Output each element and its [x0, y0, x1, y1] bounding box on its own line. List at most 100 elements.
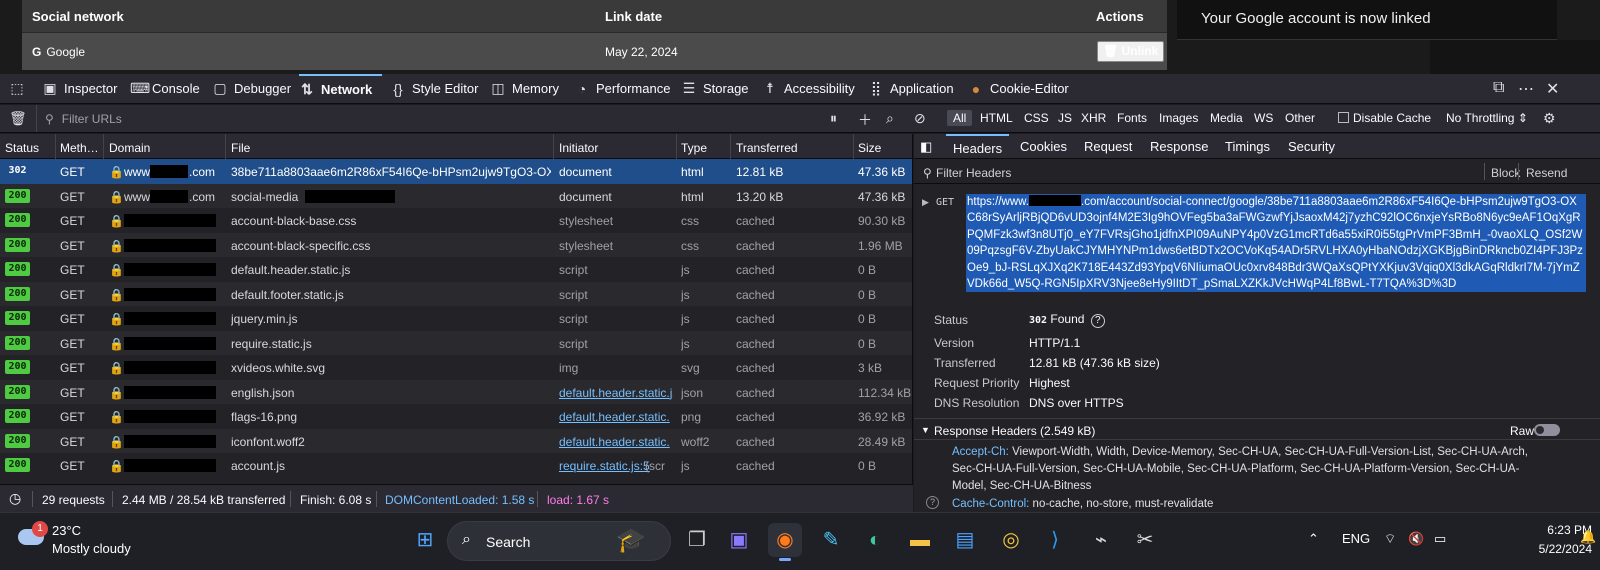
close-devtools-icon[interactable]: ✕	[1546, 79, 1559, 99]
more-options-icon[interactable]: ⋯	[1518, 79, 1534, 99]
weather-widget[interactable]: 1 23°C Mostly cloudy	[18, 519, 158, 563]
filter-all[interactable]: All	[947, 110, 973, 126]
request-row[interactable]: 200 GET 🔒 require.static.js script js cached 0 …	[0, 330, 912, 355]
snipping-tool-icon[interactable]: ✂	[1128, 523, 1162, 557]
request-url[interactable]: https://www. .com/account/social-connect/…	[966, 194, 1586, 293]
request-row[interactable]: 200 GET 🔒 default.header.static.js script js c…	[0, 257, 912, 282]
raw-toggle[interactable]	[1534, 424, 1560, 436]
request-row[interactable]: 200 GET 🔒 www. .com social-media document html 1…	[0, 183, 912, 208]
initiator-cell[interactable]: require.static.js:5	[559, 459, 654, 473]
windows-start-icon[interactable]: ⊞	[408, 523, 442, 557]
filter-other[interactable]: Other	[1285, 111, 1315, 125]
toggle-sidebar-icon[interactable]: ◧	[920, 139, 932, 155]
filter-js[interactable]: JS	[1058, 111, 1072, 125]
tab-style-editor[interactable]: {} Style Editor	[390, 74, 478, 103]
request-row[interactable]: 200 GET 🔒 default.footer.static.js script js c…	[0, 281, 912, 306]
tab-application[interactable]: ⣿ Application	[868, 74, 954, 103]
tab-headers[interactable]: Headers	[946, 134, 1010, 159]
terminal-icon[interactable]: ⌁	[1084, 523, 1118, 557]
tab-storage[interactable]: ☰ Storage	[681, 74, 749, 103]
dock-icon[interactable]: ⧉	[1493, 79, 1504, 97]
filter-ws[interactable]: WS	[1254, 111, 1273, 125]
tab-network[interactable]: ⇅ Network	[299, 74, 382, 103]
tab-security[interactable]: Security	[1288, 139, 1335, 154]
teams-icon[interactable]: ▣	[722, 523, 756, 557]
clear-requests-icon[interactable]: 🗑	[9, 110, 27, 127]
disable-cache-checkbox[interactable]: Disable Cache	[1338, 111, 1431, 125]
tab-debugger[interactable]: ▢ Debugger	[212, 74, 291, 103]
tab-request[interactable]: Request	[1084, 139, 1132, 154]
filter-images[interactable]: Images	[1159, 111, 1198, 125]
col-size[interactable]: Size	[858, 141, 881, 155]
help-icon[interactable]: ?	[1090, 314, 1105, 328]
filter-media[interactable]: Media	[1210, 111, 1243, 125]
type-cell: html	[681, 189, 704, 204]
col-file[interactable]: File	[231, 141, 250, 155]
request-row[interactable]: 200 GET 🔒 account-black-specific.css stylesh…	[0, 232, 912, 257]
tab-timings[interactable]: Timings	[1225, 139, 1270, 154]
unlink-button[interactable]: 🗑 Unlink	[1097, 41, 1165, 62]
tab-accessibility[interactable]: ☨ Accessibility	[762, 74, 855, 103]
initiator-cell[interactable]: default.header.static.	[559, 435, 673, 449]
firefox-icon[interactable]: ◉	[768, 523, 802, 561]
task-view-icon[interactable]: ❐	[680, 523, 714, 557]
performance-analysis-icon[interactable]: ◷	[9, 490, 21, 507]
request-row[interactable]: 200 GET 🔒 english.json default.header.static…	[0, 379, 912, 404]
help-icon[interactable]: ?	[926, 496, 939, 509]
volume-muted-icon[interactable]: 🔇	[1408, 531, 1424, 547]
request-row[interactable]: 200 GET 🔒 xvideos.white.svg img svg cached 3 kB	[0, 355, 912, 380]
filter-urls-input[interactable]: ⚲ Filter URLs	[36, 105, 816, 132]
taskbar-search[interactable]: ⌕ Search 🎓	[447, 521, 671, 561]
tab-inspector[interactable]: ▣ Inspector	[42, 74, 117, 103]
add-request-icon[interactable]: ＋	[858, 110, 872, 130]
type-cell: css	[681, 214, 699, 228]
filter-xhr[interactable]: XHR	[1081, 111, 1106, 125]
tab-response[interactable]: Response	[1150, 139, 1209, 154]
col-status[interactable]: Status	[5, 141, 39, 155]
type-cell: js	[681, 263, 690, 277]
col-initiator[interactable]: Initiator	[559, 141, 598, 155]
settings-gear-icon[interactable]: ⚙	[1543, 110, 1556, 127]
search-icon[interactable]: ⌕	[886, 110, 894, 127]
resend-button[interactable]: Resend	[1526, 166, 1567, 180]
show-hidden-icons-icon[interactable]: ⌃	[1308, 531, 1319, 547]
block-icon[interactable]: ⊘	[914, 110, 926, 127]
request-row[interactable]: 200 GET 🔒 account-black-base.css stylesheet c…	[0, 208, 912, 233]
language-indicator[interactable]: ENG	[1342, 531, 1370, 546]
request-row[interactable]: 302 GET 🔒 www. .com 38be711a8803aae6m2R86xF54…	[0, 159, 912, 184]
col-type[interactable]: Type	[681, 141, 707, 155]
pause-icon[interactable]: ⏸	[830, 110, 837, 127]
request-row[interactable]: 200 GET 🔒 flags-16.png default.header.static…	[0, 404, 912, 429]
col-transferred[interactable]: Transferred	[736, 141, 798, 155]
battery-icon[interactable]: ▭	[1434, 531, 1446, 547]
edge-icon[interactable]: ◐	[858, 523, 892, 557]
request-row[interactable]: 200 GET 🔒 iconfont.woff2 default.header.stat…	[0, 428, 912, 453]
initiator-cell[interactable]: default.header.static.	[559, 410, 673, 424]
filter-headers-input[interactable]: Filter Headers	[936, 166, 1011, 180]
tab-console[interactable]: ⌨ Console	[130, 74, 200, 103]
throttling-select[interactable]: No Throttling ⇕	[1446, 111, 1528, 125]
tab-performance[interactable]: ◔ Performance	[574, 74, 671, 103]
chrome-icon[interactable]: ◎	[994, 523, 1028, 557]
request-row[interactable]: 200 GET 🔒 jquery.min.js script js cached 0 B	[0, 306, 912, 331]
tab-cookie-editor[interactable]: ● Cookie-Editor	[968, 74, 1069, 103]
filter-html[interactable]: HTML	[980, 111, 1013, 125]
element-picker-icon[interactable]: ⬚	[9, 74, 25, 103]
file-explorer-icon[interactable]: ▬	[903, 523, 937, 557]
notifications-bell-icon[interactable]: 🔔	[1580, 529, 1596, 545]
tab-memory[interactable]: ◫ Memory	[490, 74, 559, 103]
wifi-icon[interactable]: ⌔	[1384, 531, 1396, 547]
col-domain[interactable]: Domain	[109, 141, 150, 155]
request-row[interactable]: 200 GET 🔒 account.js require.static.js:5 (scr…	[0, 453, 912, 478]
expand-arrow-icon[interactable]: ▶	[922, 197, 929, 208]
block-button[interactable]: Block	[1491, 166, 1520, 180]
filter-css[interactable]: CSS	[1024, 111, 1049, 125]
col-method[interactable]: Meth…	[60, 141, 99, 155]
filter-fonts[interactable]: Fonts	[1117, 111, 1147, 125]
initiator-cell[interactable]: default.header.static.js	[559, 386, 673, 400]
paint-icon[interactable]: ✎	[814, 523, 848, 557]
response-headers-section[interactable]: ▼ Response Headers (2.549 kB) Raw	[914, 418, 1600, 440]
notepad-icon[interactable]: ▤	[948, 523, 982, 557]
tab-cookies[interactable]: Cookies	[1020, 139, 1067, 154]
vscode-icon[interactable]: ⟩	[1038, 523, 1072, 557]
